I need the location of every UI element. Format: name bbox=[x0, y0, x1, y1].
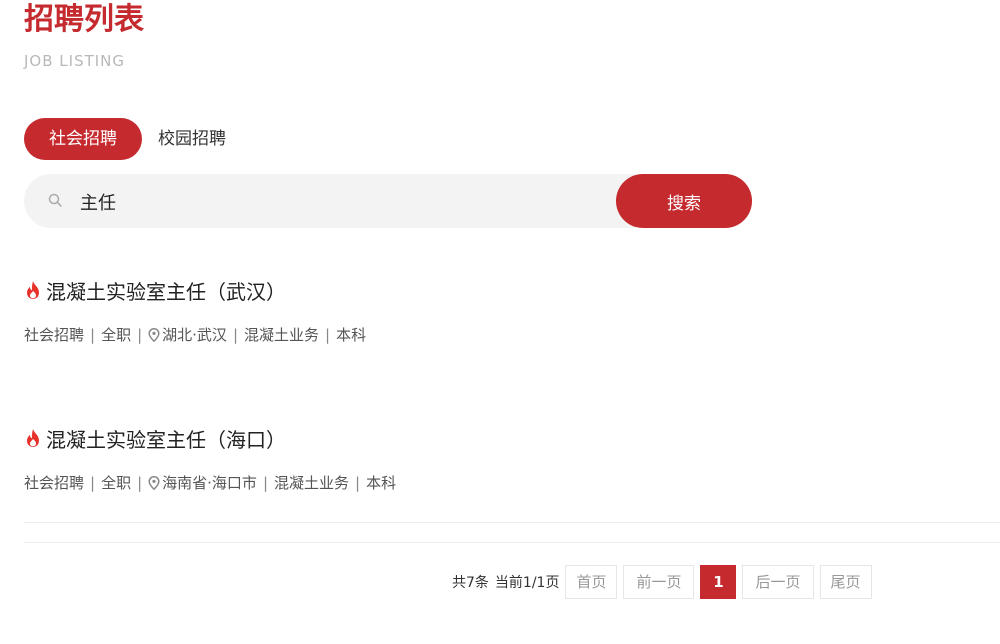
meta-separator: | bbox=[137, 473, 143, 492]
search-bar: 搜索 bbox=[24, 174, 752, 228]
meta-separator: | bbox=[90, 325, 96, 344]
job-meta: 社会招聘 | 全职 | 湖北·武汉 | 混凝土业务 | 本科 bbox=[24, 324, 366, 345]
job-location: 湖北·武汉 bbox=[162, 326, 227, 344]
tab-social-recruitment[interactable]: 社会招聘 bbox=[24, 118, 142, 160]
last-page-button[interactable]: 尾页 bbox=[819, 565, 872, 599]
search-input[interactable] bbox=[78, 182, 602, 222]
job-education: 本科 bbox=[366, 474, 397, 492]
search-button[interactable]: 搜索 bbox=[616, 174, 752, 228]
job-listing-page: 招聘列表 JOB LISTING 社会招聘 校园招聘 搜索 混凝土实验室主任（武… bbox=[0, 0, 1000, 644]
page-subtitle: JOB LISTING bbox=[24, 52, 126, 70]
divider bbox=[24, 542, 1000, 543]
tab-campus-recruitment[interactable]: 校园招聘 bbox=[158, 118, 248, 160]
meta-separator: | bbox=[137, 325, 143, 344]
search-icon bbox=[48, 193, 62, 207]
job-employment: 全职 bbox=[101, 474, 132, 492]
job-department: 混凝土业务 bbox=[244, 326, 320, 344]
pagination: 共7条 当前1/1页 首页 前一页 1 后一页 尾页 bbox=[452, 565, 878, 599]
meta-separator: | bbox=[325, 325, 331, 344]
pagination-current: 当前1/1页 bbox=[494, 575, 560, 591]
prev-page-button[interactable]: 前一页 bbox=[623, 565, 695, 599]
divider bbox=[24, 522, 1000, 523]
job-item[interactable]: 混凝土实验室主任（武汉） 社会招聘 | 全职 | 湖北·武汉 | 混凝土业务 |… bbox=[24, 276, 366, 345]
job-title[interactable]: 混凝土实验室主任（武汉） bbox=[46, 276, 286, 305]
job-title-row: 混凝土实验室主任（武汉） bbox=[24, 276, 366, 304]
first-page-button[interactable]: 首页 bbox=[565, 565, 618, 599]
fire-icon bbox=[27, 281, 39, 299]
page-1-button[interactable]: 1 bbox=[700, 565, 737, 599]
location-pin-icon bbox=[148, 475, 160, 490]
job-employment: 全职 bbox=[101, 326, 132, 344]
job-location: 海南省·海口市 bbox=[162, 474, 257, 492]
pagination-total: 共7条 bbox=[452, 575, 489, 591]
page-header: 招聘列表 JOB LISTING bbox=[24, 0, 144, 70]
job-title[interactable]: 混凝土实验室主任（海口） bbox=[46, 424, 286, 453]
fire-icon bbox=[27, 429, 39, 447]
meta-separator: | bbox=[90, 473, 96, 492]
job-education: 本科 bbox=[336, 326, 367, 344]
page-title: 招聘列表 bbox=[24, 2, 144, 37]
recruitment-tabs: 社会招聘 校园招聘 bbox=[24, 118, 248, 160]
meta-separator: | bbox=[262, 473, 268, 492]
next-page-button[interactable]: 后一页 bbox=[742, 565, 814, 599]
meta-separator: | bbox=[232, 325, 238, 344]
job-department: 混凝土业务 bbox=[274, 474, 350, 492]
location-pin-icon bbox=[148, 327, 160, 342]
job-title-row: 混凝土实验室主任（海口） bbox=[24, 424, 396, 452]
job-type: 社会招聘 bbox=[24, 326, 85, 344]
job-meta: 社会招聘 | 全职 | 海南省·海口市 | 混凝土业务 | 本科 bbox=[24, 472, 396, 493]
meta-separator: | bbox=[355, 473, 361, 492]
job-type: 社会招聘 bbox=[24, 474, 85, 492]
job-item[interactable]: 混凝土实验室主任（海口） 社会招聘 | 全职 | 海南省·海口市 | 混凝土业务… bbox=[24, 424, 396, 493]
